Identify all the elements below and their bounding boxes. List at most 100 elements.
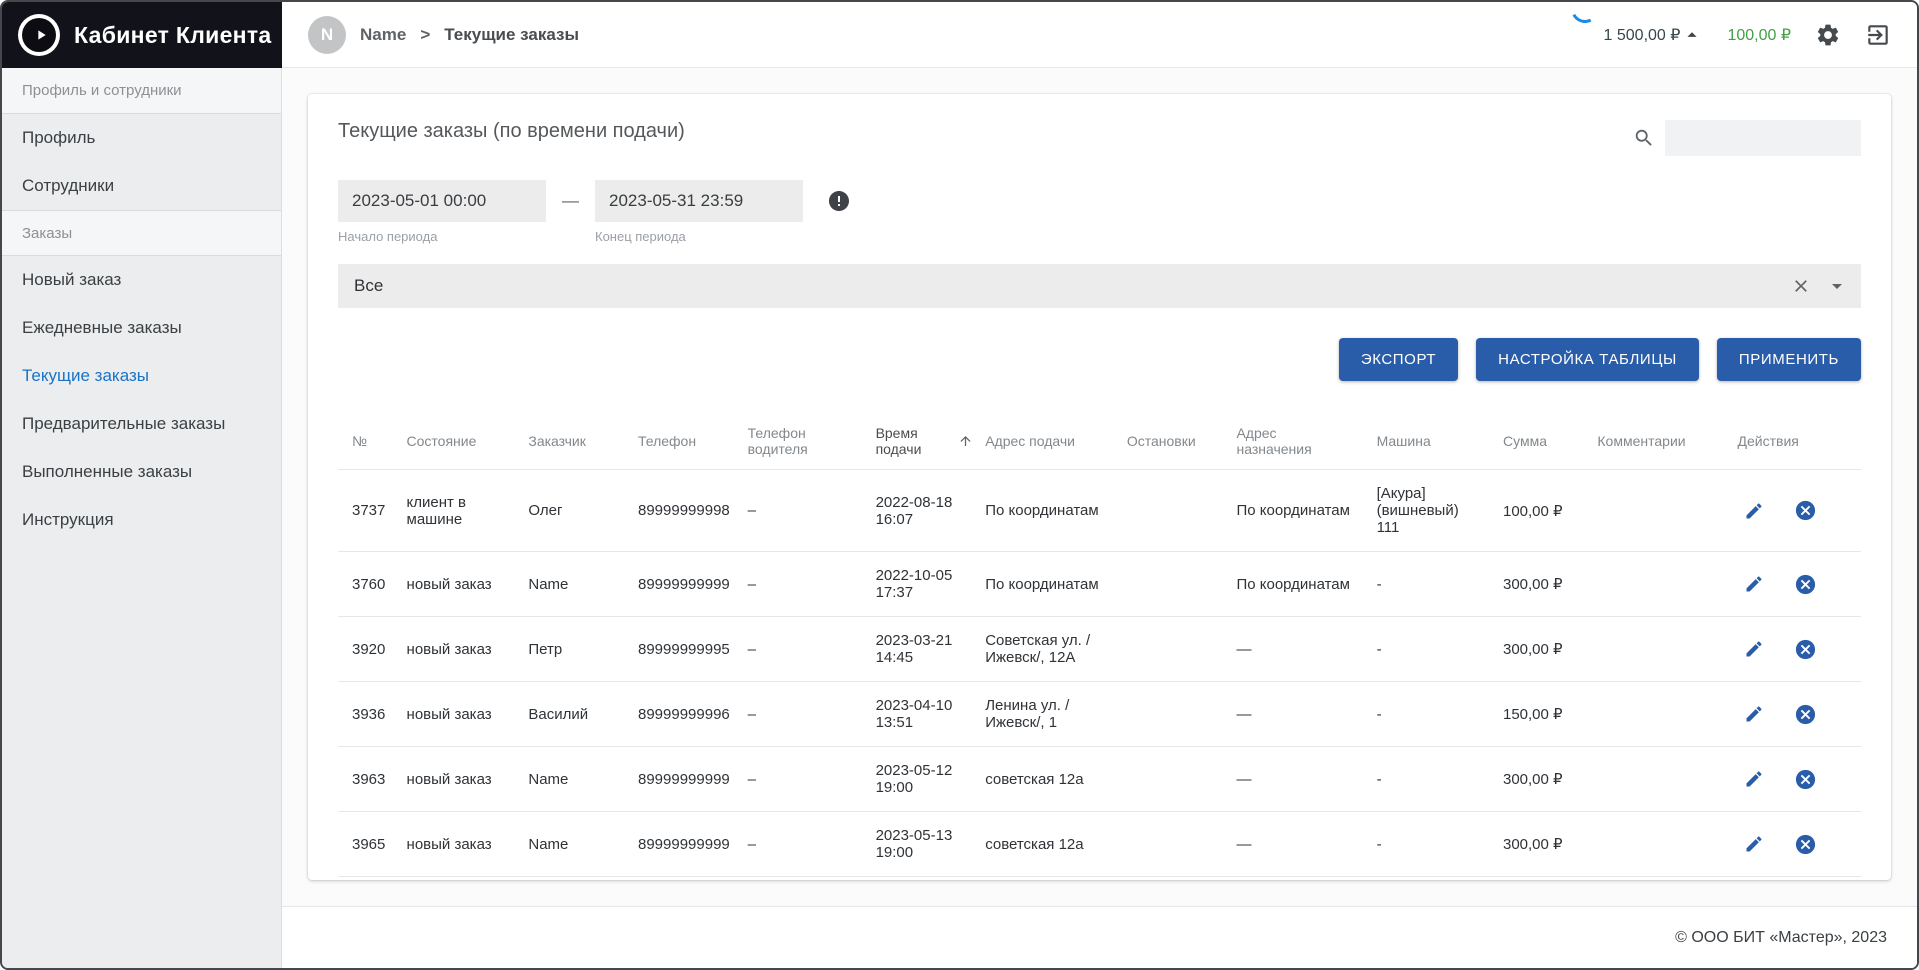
- edit-order-button[interactable]: [1744, 704, 1764, 724]
- cell-sum: 300,00 ₽: [1503, 812, 1597, 877]
- column-header[interactable]: Телефон водителя: [748, 413, 876, 470]
- cell-phone: 89999999999: [638, 812, 748, 877]
- sidebar-item-employees[interactable]: Сотрудники: [2, 162, 281, 210]
- cell-car: -: [1377, 682, 1503, 747]
- apply-button[interactable]: ПРИМЕНИТЬ: [1717, 338, 1861, 381]
- breadcrumb-page: Текущие заказы: [444, 25, 579, 45]
- cell-customer: Петр: [528, 617, 638, 682]
- cell-comments: [1597, 877, 1737, 881]
- column-header[interactable]: Действия: [1738, 413, 1861, 470]
- search-icon[interactable]: [1633, 127, 1655, 149]
- sidebar-item-daily-orders[interactable]: Ежедневные заказы: [2, 304, 281, 352]
- cell-customer: Василий: [528, 682, 638, 747]
- cancel-order-button[interactable]: [1794, 833, 1817, 856]
- cell-pickup: Советская ул. / Ижевск/, 12А: [985, 617, 1127, 682]
- avatar[interactable]: N: [308, 16, 346, 54]
- sidebar-item-new-order[interactable]: Новый заказ: [2, 256, 281, 304]
- search-input[interactable]: [1665, 120, 1861, 156]
- cell-state: новый заказ: [407, 617, 529, 682]
- edit-order-button[interactable]: [1744, 769, 1764, 789]
- edit-order-button[interactable]: [1744, 639, 1764, 659]
- period-info-icon[interactable]: [827, 189, 851, 213]
- cell-time: 2023-05-14 19:00: [876, 877, 986, 881]
- sidebar-section-profile-employees[interactable]: Профиль и сотрудники: [2, 68, 281, 114]
- cell-comments: [1597, 812, 1737, 877]
- cancel-order-button[interactable]: [1794, 573, 1817, 596]
- column-header[interactable]: №: [338, 413, 407, 470]
- order-row: 3965новый заказName89999999999–2023-05-1…: [338, 812, 1861, 877]
- cell-destination: —: [1236, 747, 1376, 812]
- play-icon: [33, 27, 49, 43]
- edit-order-button[interactable]: [1744, 501, 1764, 521]
- cell-pickup: советская 12а: [985, 812, 1127, 877]
- cell-num: 3967: [338, 877, 407, 881]
- cell-stops: [1127, 812, 1237, 877]
- sidebar-item-completed-orders[interactable]: Выполненные заказы: [2, 448, 281, 496]
- column-header[interactable]: Адрес назначения: [1236, 413, 1376, 470]
- cell-destination: По координатам: [1236, 552, 1376, 617]
- settings-gear-icon[interactable]: [1815, 22, 1841, 48]
- page-title: Текущие заказы (по времени подачи): [338, 120, 685, 143]
- cancel-order-button[interactable]: [1794, 768, 1817, 791]
- cell-stops: [1127, 747, 1237, 812]
- cell-destination: —: [1236, 682, 1376, 747]
- cell-actions: [1738, 747, 1861, 812]
- logout-icon[interactable]: [1865, 22, 1891, 48]
- order-row: 3967новый заказName89999999999–2023-05-1…: [338, 877, 1861, 881]
- clear-filter-icon[interactable]: [1791, 276, 1811, 296]
- status-filter-select[interactable]: Все: [338, 264, 1861, 308]
- brand: Кабинет Клиента: [2, 2, 282, 68]
- sidebar-item-instructions[interactable]: Инструкция: [2, 496, 281, 544]
- order-row: 3737клиент в машинеОлег89999999998–2022-…: [338, 470, 1861, 552]
- cell-driver-phone: –: [748, 470, 876, 552]
- sidebar-item-current-orders[interactable]: Текущие заказы: [2, 352, 281, 400]
- bonus-amount: 100,00 ₽: [1727, 25, 1791, 45]
- export-button[interactable]: ЭКСПОРТ: [1339, 338, 1458, 381]
- cancel-order-button[interactable]: [1794, 638, 1817, 661]
- cell-comments: [1597, 552, 1737, 617]
- cell-actions: [1738, 470, 1861, 552]
- cell-sum: 300,00 ₽: [1503, 617, 1597, 682]
- sidebar-section-orders[interactable]: Заказы: [2, 210, 281, 256]
- cell-pickup: По координатам: [985, 552, 1127, 617]
- column-header[interactable]: Комментарии: [1597, 413, 1737, 470]
- column-header[interactable]: Сумма: [1503, 413, 1597, 470]
- cell-pickup: советская 12а: [985, 747, 1127, 812]
- sidebar-item-profile[interactable]: Профиль: [2, 114, 281, 162]
- order-row: 3920новый заказПетр89999999995–2023-03-2…: [338, 617, 1861, 682]
- column-header[interactable]: Телефон: [638, 413, 748, 470]
- column-header[interactable]: Состояние: [407, 413, 529, 470]
- period-start-input[interactable]: [338, 180, 546, 222]
- cancel-order-button[interactable]: [1794, 499, 1817, 522]
- cancel-order-button[interactable]: [1794, 703, 1817, 726]
- table-settings-button[interactable]: НАСТРОЙКА ТАБЛИЦЫ: [1476, 338, 1699, 381]
- orders-table: №СостояниеЗаказчикТелефонТелефон водител…: [338, 413, 1861, 880]
- orders-card: Текущие заказы (по времени подачи) Начал…: [308, 94, 1891, 880]
- period-end-input[interactable]: [595, 180, 803, 222]
- cell-customer: Олег: [528, 470, 638, 552]
- copyright: © ООО БИТ «Мастер», 2023: [1675, 929, 1887, 947]
- column-header[interactable]: Остановки: [1127, 413, 1237, 470]
- breadcrumb-user[interactable]: Name: [360, 25, 406, 45]
- loading-spinner: [1567, 0, 1602, 27]
- column-header[interactable]: Машина: [1377, 413, 1503, 470]
- cell-destination: По координатам: [1236, 470, 1376, 552]
- cell-actions: [1738, 877, 1861, 881]
- column-header[interactable]: Время подачи: [876, 413, 986, 470]
- edit-order-button[interactable]: [1744, 834, 1764, 854]
- sidebar-item-preliminary-orders[interactable]: Предварительные заказы: [2, 400, 281, 448]
- cell-stops: [1127, 552, 1237, 617]
- cell-sum: 100,00 ₽: [1503, 470, 1597, 552]
- cell-driver-phone: –: [748, 877, 876, 881]
- header-right: 1 500,00 ₽ 100,00 ₽: [1604, 22, 1891, 48]
- cell-car: [Акура] (вишневый) 111: [1377, 470, 1503, 552]
- dropdown-caret-icon[interactable]: [1825, 274, 1849, 298]
- balance-dropdown[interactable]: 1 500,00 ₽: [1604, 24, 1704, 46]
- cell-comments: [1597, 682, 1737, 747]
- edit-order-button[interactable]: [1744, 574, 1764, 594]
- cell-customer: Name: [528, 812, 638, 877]
- cell-stops: [1127, 617, 1237, 682]
- column-header[interactable]: Заказчик: [528, 413, 638, 470]
- column-header[interactable]: Адрес подачи: [985, 413, 1127, 470]
- cell-driver-phone: –: [748, 812, 876, 877]
